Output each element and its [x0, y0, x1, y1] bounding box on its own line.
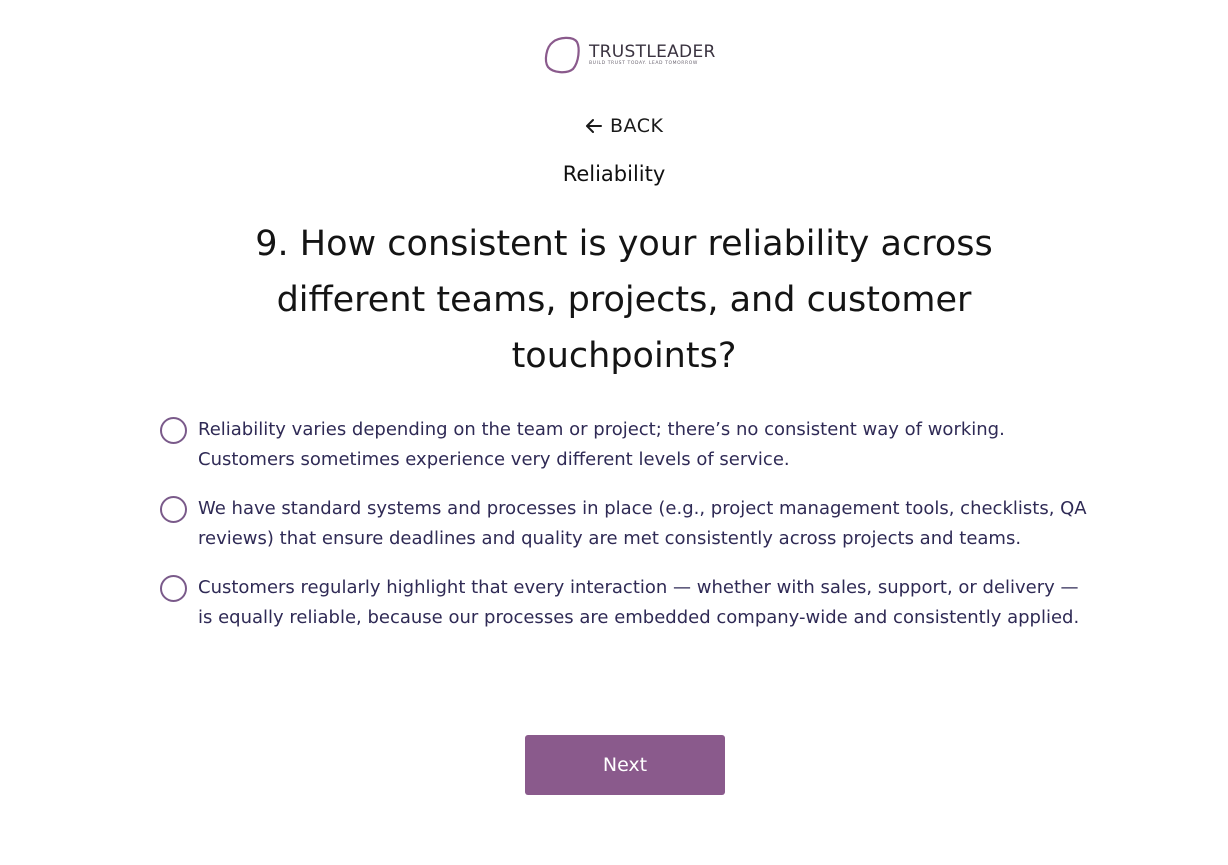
brand-name: TRUSTLEADER [589, 42, 716, 62]
section-category: Reliability [562, 162, 666, 186]
brand-logo: TRUSTLEADER BUILD TRUST TODAY. LEAD TOMO… [543, 36, 716, 74]
next-button[interactable]: Next [525, 735, 725, 795]
question-title: 9. How consistent is your reliability ac… [255, 224, 993, 376]
brand-tagline: BUILD TRUST TODAY. LEAD TOMORROW [589, 61, 698, 66]
answer-option-label: Reliability varies depending on the team… [198, 419, 1005, 470]
answer-option-label: We have standard systems and processes i… [198, 498, 1087, 549]
back-link[interactable]: BACK [584, 115, 663, 137]
answer-option-3[interactable]: Customers regularly highlight that every… [160, 574, 1100, 633]
back-label: BACK [610, 115, 664, 137]
arrow-left-icon [586, 119, 602, 133]
answer-options: Reliability varies depending on the team… [160, 416, 1100, 633]
radio-button[interactable] [160, 496, 187, 523]
answer-option-1[interactable]: Reliability varies depending on the team… [160, 416, 1100, 475]
logo-mark-icon [544, 36, 580, 74]
radio-button[interactable] [160, 417, 187, 444]
answer-option-2[interactable]: We have standard systems and processes i… [160, 495, 1100, 554]
radio-button[interactable] [160, 575, 187, 602]
answer-option-label: Customers regularly highlight that every… [198, 577, 1080, 628]
